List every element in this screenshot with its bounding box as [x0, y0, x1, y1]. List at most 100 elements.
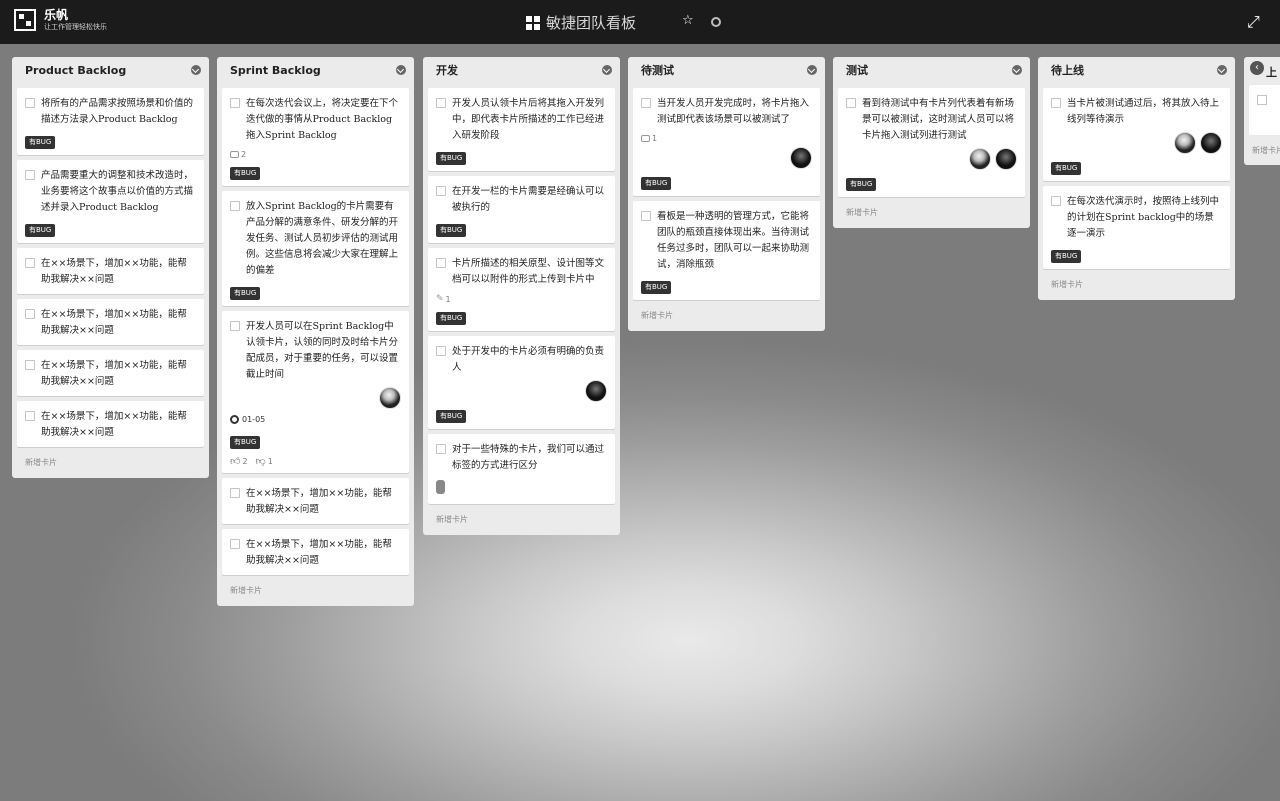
card[interactable]: 开发人员可以在Sprint Backlog中认领卡片，认领的同时及时给卡片分配成…	[222, 311, 409, 473]
list-menu-icon[interactable]	[807, 65, 817, 75]
card[interactable]: 看到待测试中有卡片列代表着有新场景可以被测试，这时测试人员可以将卡片拖入测试列进…	[838, 88, 1025, 197]
add-card-button[interactable]: 新增卡片	[17, 447, 204, 470]
list-header: Product Backlog	[17, 57, 204, 83]
add-card-button[interactable]: 新增卡片	[633, 300, 820, 323]
bug-label[interactable]: 有BUG	[641, 281, 672, 294]
add-card-button[interactable]: 新增卡片	[222, 575, 409, 598]
due-date-badge[interactable]: 01-05	[230, 415, 266, 424]
bug-label[interactable]: 有BUG	[1051, 162, 1082, 175]
list-menu-icon[interactable]	[1217, 65, 1227, 75]
fullscreen-icon[interactable]: ⤢	[1247, 12, 1260, 32]
card[interactable]: 在每次迭代会议上，将决定要在下个迭代做的事情从Product Backlog拖入…	[222, 88, 409, 186]
bug-label[interactable]: 有BUG	[230, 167, 261, 180]
avatar[interactable]	[585, 380, 607, 402]
card[interactable]: 当卡片被测试通过后，将其放入待上线列等待演示有BUG	[1043, 88, 1230, 181]
card-text: 当开发人员开发完成时，将卡片拖入测试即代表该场景可以被测试了	[657, 98, 810, 125]
bug-label[interactable]: 有BUG	[436, 224, 467, 237]
list-menu-icon[interactable]	[602, 65, 612, 75]
card-text: 对于一些特殊的卡片，我们可以通过标签的方式进行区分	[452, 444, 605, 471]
bug-label[interactable]: 有BUG	[25, 224, 56, 237]
checkbox[interactable]	[436, 98, 446, 108]
avatar[interactable]	[379, 387, 401, 409]
card[interactable]: 在××场景下，增加××功能，能帮助我解决××问题	[17, 248, 204, 294]
star-icon[interactable]: ☆	[682, 13, 694, 28]
card-body: 开发人员可以在Sprint Backlog中认领卡片，认领的同时及时给卡片分配成…	[230, 319, 401, 383]
checkbox[interactable]	[846, 98, 856, 108]
list-menu-icon[interactable]	[396, 65, 406, 75]
card-text: 开发人员可以在Sprint Backlog中认领卡片，认领的同时及时给卡片分配成…	[246, 321, 399, 380]
card[interactable]: 卡片所描述的相关原型、设计图等文档可以以附件的形式上传到卡片中 ✎ 1 有BUG	[428, 248, 615, 331]
checkbox[interactable]	[1051, 196, 1061, 206]
checkbox[interactable]	[25, 309, 35, 319]
checkbox[interactable]	[230, 98, 240, 108]
checkbox[interactable]	[230, 488, 240, 498]
card[interactable]: 在××场景下，增加××功能，能帮助我解决××问题	[17, 299, 204, 345]
card-text: 看板是一种透明的管理方式，它能将团队的瓶颈直接体现出来。当待测试任务过多时，团队…	[657, 211, 810, 270]
bug-label[interactable]: 有BUG	[436, 410, 467, 423]
bug-label[interactable]: 有BUG	[641, 177, 672, 190]
list-menu-icon[interactable]	[191, 65, 201, 75]
checkbox[interactable]	[230, 321, 240, 331]
card[interactable]: 在××场景下，增加××功能，能帮助我解决××问题	[17, 401, 204, 447]
checkbox[interactable]	[25, 98, 35, 108]
card[interactable]: 在开发一栏的卡片需要是经确认可以被执行的 有BUG	[428, 176, 615, 243]
card[interactable]: 在××场景下，增加××功能，能帮助我解决××问题	[17, 350, 204, 396]
checkbox[interactable]	[1257, 95, 1267, 105]
card-meta: ✎ 1	[436, 294, 607, 304]
checkbox[interactable]	[25, 258, 35, 268]
add-card-button[interactable]: 新增卡片	[1252, 145, 1280, 156]
card[interactable]: 开发人员认领卡片后将其拖入开发列中，即代表卡片所描述的工作已经进入研发阶段有BU…	[428, 88, 615, 171]
list-2: Sprint Backlog 在每次迭代会议上，将决定要在下个迭代做的事情从Pro…	[217, 57, 414, 606]
card[interactable]: 看板是一种透明的管理方式，它能将团队的瓶颈直接体现出来。当待测试任务过多时，团队…	[633, 201, 820, 300]
add-card-button[interactable]: 新增卡片	[1043, 269, 1230, 292]
bug-label[interactable]: 有BUG	[846, 178, 877, 191]
label-pill[interactable]	[436, 480, 445, 494]
avatar[interactable]	[1174, 132, 1196, 154]
avatar[interactable]	[969, 148, 991, 170]
card[interactable]: 放入Sprint Backlog的卡片需要有产品分解的满意条件、研发分解的开发任…	[222, 191, 409, 306]
checkbox[interactable]	[25, 170, 35, 180]
card[interactable]: 对于一些特殊的卡片，我们可以通过标签的方式进行区分	[428, 434, 615, 504]
checkbox[interactable]	[230, 201, 240, 211]
board-grid-icon	[526, 15, 540, 30]
avatar[interactable]	[1200, 132, 1222, 154]
bug-label[interactable]: 有BUG	[1051, 250, 1082, 263]
card[interactable]: 在每次迭代演示时，按照待上线列中的计划在Sprint backlog中的场景逐一…	[1043, 186, 1230, 269]
avatar[interactable]	[790, 147, 812, 169]
card-body: 开发人员认领卡片后将其拖入开发列中，即代表卡片所描述的工作已经进入研发阶段	[436, 96, 607, 144]
card[interactable]: 产品需要重大的调整和技术改造时，业务要将这个故事点以价值的方式描述并录入Prod…	[17, 160, 204, 243]
avatar[interactable]	[995, 148, 1017, 170]
board-title[interactable]: 敏捷团队看板	[526, 12, 636, 33]
checkbox[interactable]	[436, 444, 446, 454]
bug-label[interactable]: 有BUG	[436, 312, 467, 325]
card[interactable]: 在××场景下，增加××功能，能帮助我解决××问题	[222, 478, 409, 524]
bug-label[interactable]: 有BUG	[436, 152, 467, 165]
checkbox[interactable]	[436, 346, 446, 356]
chevron-left-icon[interactable]: ‹	[1250, 61, 1264, 75]
card[interactable]: 当开发人员开发完成时，将卡片拖入测试即代表该场景可以被测试了 1 有BUG	[633, 88, 820, 196]
card-body: 看板是一种透明的管理方式，它能将团队的瓶颈直接体现出来。当待测试任务过多时，团队…	[641, 209, 812, 273]
checkbox[interactable]	[436, 186, 446, 196]
checkbox[interactable]	[641, 211, 651, 221]
bug-label[interactable]: 有BUG	[25, 136, 56, 149]
brand[interactable]: 乐帆 让工作管理轻松快乐	[14, 8, 107, 32]
dislike-count[interactable]: 👎︎ 1	[256, 455, 273, 467]
list-menu-icon[interactable]	[1012, 65, 1022, 75]
bug-label[interactable]: 有BUG	[230, 436, 261, 449]
like-count[interactable]: 👍︎ 2	[230, 455, 248, 467]
card-text: 当卡片被测试通过后，将其放入待上线列等待演示	[1067, 98, 1220, 125]
card[interactable]	[1249, 85, 1280, 135]
checkbox[interactable]	[230, 539, 240, 549]
add-card-button[interactable]: 新增卡片	[838, 197, 1025, 220]
add-card-button[interactable]: 新增卡片	[428, 504, 615, 527]
card[interactable]: 处于开发中的卡片必须有明确的负责人 有BUG	[428, 336, 615, 429]
checkbox[interactable]	[1051, 98, 1061, 108]
checkbox[interactable]	[25, 360, 35, 370]
checkbox[interactable]	[25, 411, 35, 421]
checkbox[interactable]	[436, 258, 446, 268]
globe-icon[interactable]	[711, 17, 721, 27]
bug-label[interactable]: 有BUG	[230, 287, 261, 300]
checkbox[interactable]	[641, 98, 651, 108]
card[interactable]: 在××场景下，增加××功能，能帮助我解决××问题	[222, 529, 409, 575]
card[interactable]: 将所有的产品需求按照场景和价值的描述方法录入Product Backlog 有BU…	[17, 88, 204, 155]
